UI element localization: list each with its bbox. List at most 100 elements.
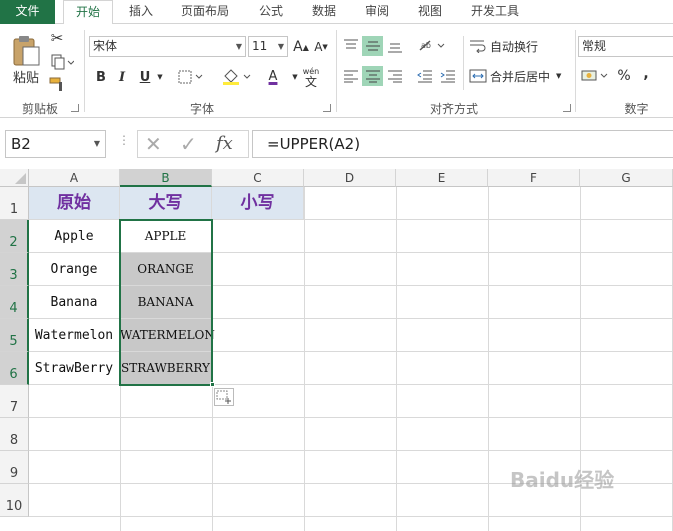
format-painter-button[interactable] xyxy=(47,74,67,94)
cell-a1[interactable]: 原始 xyxy=(29,187,120,220)
worksheet-grid: A B C D E F G 1 2 3 4 5 6 7 8 9 10 原始 大写… xyxy=(0,169,673,531)
align-middle-button[interactable] xyxy=(362,36,383,56)
cell-b4[interactable]: BANANA xyxy=(120,286,212,319)
bold-button[interactable]: B xyxy=(92,66,110,88)
row-header-5[interactable]: 5 xyxy=(0,319,29,352)
accounting-format-button[interactable] xyxy=(580,66,612,86)
align-left-button[interactable] xyxy=(341,66,361,86)
row-header-8[interactable]: 8 xyxy=(0,418,29,451)
cell-a2[interactable]: Apple xyxy=(29,220,120,253)
borders-button[interactable] xyxy=(176,66,206,88)
merge-center-icon xyxy=(469,69,487,83)
phonetic-button[interactable]: wén 文 xyxy=(300,64,322,90)
row-header-1[interactable]: 1 xyxy=(0,187,29,220)
quick-analysis-button[interactable] xyxy=(214,388,234,406)
baidu-watermark: Baidu经验 xyxy=(510,457,640,503)
row-header-4[interactable]: 4 xyxy=(0,286,29,319)
column-header-e[interactable]: E xyxy=(396,169,488,187)
column-header-g[interactable]: G xyxy=(580,169,673,187)
row-header-2[interactable]: 2 xyxy=(0,220,29,253)
tab-view[interactable]: 视图 xyxy=(410,0,450,24)
copy-icon xyxy=(51,54,74,70)
underline-dropdown-icon[interactable]: ▼ xyxy=(155,66,165,88)
orientation-button[interactable]: ab xyxy=(417,36,447,56)
grow-font-button[interactable]: A ▲ xyxy=(292,38,310,56)
comma-button[interactable]: , xyxy=(638,64,654,84)
shrink-font-button[interactable]: A ▼ xyxy=(312,38,330,56)
column-header-c[interactable]: C xyxy=(212,169,304,187)
enter-icon[interactable]: ✓ xyxy=(180,133,202,155)
align-right-button[interactable] xyxy=(385,66,405,86)
tab-file[interactable]: 文件 xyxy=(0,0,55,24)
align-center-button[interactable] xyxy=(362,66,383,86)
copy-button[interactable] xyxy=(47,52,77,72)
increase-indent-button[interactable] xyxy=(438,66,458,86)
insert-function-button[interactable]: fx xyxy=(216,132,242,156)
cell-b6[interactable]: STRAWBERRY xyxy=(120,352,212,385)
splitter-dots-icon[interactable]: ⋮ xyxy=(118,134,130,152)
cell-b1[interactable]: 大写 xyxy=(120,187,212,220)
decrease-indent-button[interactable] xyxy=(415,66,435,86)
cell-a5[interactable]: Watermelon xyxy=(29,319,120,352)
cancel-icon[interactable]: ✕ xyxy=(145,133,165,155)
number-format-combo[interactable]: 常规 xyxy=(578,36,673,57)
column-header-b[interactable]: B xyxy=(120,169,212,187)
svg-text:ab: ab xyxy=(421,41,431,50)
cell-c1[interactable]: 小写 xyxy=(212,187,304,220)
paste-button[interactable]: 粘贴 xyxy=(8,30,44,90)
clipboard-group-label: 剪贴板 xyxy=(21,102,58,116)
cell-a4[interactable]: Banana xyxy=(29,286,120,319)
cut-icon[interactable]: ✂ xyxy=(47,28,67,48)
decrease-indent-icon xyxy=(417,70,432,83)
row-header-9[interactable]: 9 xyxy=(0,451,29,484)
cell-b5[interactable]: WATERMELON xyxy=(120,319,215,352)
fill-handle[interactable] xyxy=(210,382,215,387)
percent-button[interactable]: % xyxy=(614,66,634,86)
row-header-3[interactable]: 3 xyxy=(0,253,29,286)
font-color-dropdown-icon[interactable]: ▼ xyxy=(290,70,300,84)
tab-developer[interactable]: 开发工具 xyxy=(462,0,528,24)
clipboard-launcher-icon[interactable] xyxy=(71,104,79,112)
tab-insert[interactable]: 插入 xyxy=(121,0,161,24)
cell-b2[interactable]: APPLE xyxy=(120,220,212,253)
cell-a3[interactable]: Orange xyxy=(29,253,120,286)
align-bottom-button[interactable] xyxy=(385,36,405,56)
align-top-button[interactable] xyxy=(341,36,361,56)
row-header-6[interactable]: 6 xyxy=(0,352,29,385)
underline-button[interactable]: U xyxy=(136,66,154,88)
align-middle-icon xyxy=(365,41,380,51)
font-name-combo[interactable]: 宋体 ▼ xyxy=(89,36,246,57)
tab-review[interactable]: 审阅 xyxy=(357,0,397,24)
cell-b3[interactable]: ORANGE xyxy=(120,253,212,286)
tab-home[interactable]: 开始 xyxy=(63,0,113,25)
borders-icon xyxy=(178,70,203,84)
font-color-button[interactable]: A xyxy=(256,66,290,88)
tab-data[interactable]: 数据 xyxy=(304,0,344,24)
column-header-a[interactable]: A xyxy=(29,169,120,187)
row-header-7[interactable]: 7 xyxy=(0,385,29,418)
tab-formulas[interactable]: 公式 xyxy=(251,0,291,24)
formula-input[interactable]: =UPPER(A2) xyxy=(252,130,673,158)
alignment-launcher-icon[interactable] xyxy=(563,104,571,112)
wrap-text-button[interactable]: 自动换行 xyxy=(469,36,569,56)
font-launcher-icon[interactable] xyxy=(323,104,331,112)
merge-center-button[interactable]: 合并后居中 ▼ xyxy=(469,66,569,86)
align-right-icon xyxy=(388,70,402,83)
row-header-10[interactable]: 10 xyxy=(0,484,29,517)
select-all-button[interactable] xyxy=(0,169,29,187)
italic-button[interactable]: I xyxy=(113,66,131,88)
cell-a6[interactable]: StrawBerry xyxy=(29,352,120,385)
align-left-icon xyxy=(344,70,358,83)
increase-indent-icon xyxy=(440,70,455,83)
column-header-f[interactable]: F xyxy=(488,169,580,187)
column-header-d[interactable]: D xyxy=(304,169,396,187)
number-format-value: 常规 xyxy=(582,39,607,53)
chevron-down-icon: ▼ xyxy=(277,42,284,51)
ribbon-tab-bar: 文件 开始 插入 页面布局 公式 数据 审阅 视图 开发工具 xyxy=(0,0,673,25)
tab-page-layout[interactable]: 页面布局 xyxy=(172,0,238,24)
font-size-combo[interactable]: 11 ▼ xyxy=(248,36,288,57)
fill-color-button[interactable] xyxy=(220,66,254,88)
name-box[interactable]: B2 ▼ xyxy=(5,130,106,158)
chevron-down-icon: ▼ xyxy=(235,42,242,51)
group-separator xyxy=(84,30,85,112)
